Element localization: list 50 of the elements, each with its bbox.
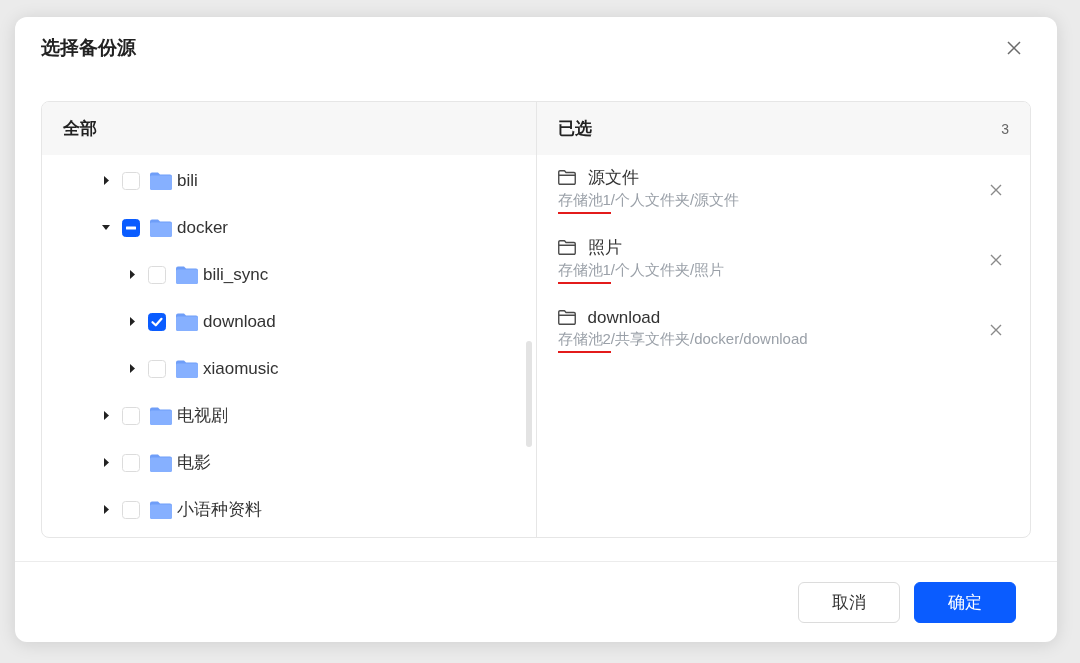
dialog-title: 选择备份源 — [41, 36, 136, 60]
folder-icon — [150, 453, 172, 472]
folder-icon — [150, 218, 172, 237]
folder-name: 小语种资料 — [177, 499, 262, 521]
folder-icon — [557, 310, 576, 325]
cancel-button[interactable]: 取消 — [798, 581, 900, 623]
folder-name: 电影 — [177, 452, 211, 474]
caret-icon[interactable] — [102, 411, 110, 420]
folder-icon — [557, 240, 576, 255]
folder-icon — [150, 171, 172, 190]
caret-icon[interactable] — [102, 176, 110, 185]
remove-button[interactable] — [988, 252, 1004, 268]
close-icon — [990, 184, 1002, 196]
folder-name: bili — [177, 170, 198, 191]
folder-icon — [150, 406, 172, 425]
folder-path: 存储池2/共享文件夹/docker/download — [557, 329, 808, 353]
folder-name: docker — [177, 217, 229, 238]
scrollbar[interactable] — [525, 341, 532, 447]
selected-count: 3 — [1001, 120, 1009, 137]
caret-icon[interactable] — [102, 458, 110, 467]
checkbox[interactable] — [148, 312, 166, 331]
remove-button[interactable] — [988, 182, 1004, 198]
checkbox[interactable] — [122, 218, 140, 237]
folder-path: 存储池1/个人文件夹/源文件 — [557, 191, 740, 214]
caret-icon[interactable] — [102, 505, 110, 514]
folder-name: xiaomusic — [203, 358, 279, 379]
close-icon — [990, 324, 1002, 336]
confirm-button[interactable]: 确定 — [914, 581, 1016, 623]
close-button[interactable] — [1005, 39, 1023, 57]
folder-name: bili_sync — [203, 264, 269, 285]
folder-icon — [176, 312, 198, 331]
panel-title: 已选 — [557, 118, 592, 140]
folder-name: 照片 — [587, 237, 622, 259]
folder-name: 源文件 — [587, 167, 639, 189]
folder-name: download — [587, 307, 661, 328]
folder-path: 存储池1/个人文件夹/照片 — [557, 261, 725, 284]
folder-icon — [176, 265, 198, 284]
folder-icon — [176, 359, 198, 378]
caret-icon[interactable] — [102, 223, 110, 232]
close-icon — [990, 254, 1002, 266]
remove-button[interactable] — [988, 322, 1004, 338]
folder-icon — [557, 170, 576, 185]
caret-icon[interactable] — [128, 270, 136, 279]
caret-icon[interactable] — [128, 364, 136, 373]
caret-icon[interactable] — [128, 317, 136, 326]
folder-name: 电视剧 — [177, 405, 228, 427]
panel-title: 全部 — [63, 118, 97, 140]
folder-name: download — [203, 311, 276, 332]
close-icon — [1007, 41, 1021, 55]
folder-icon — [150, 500, 172, 519]
